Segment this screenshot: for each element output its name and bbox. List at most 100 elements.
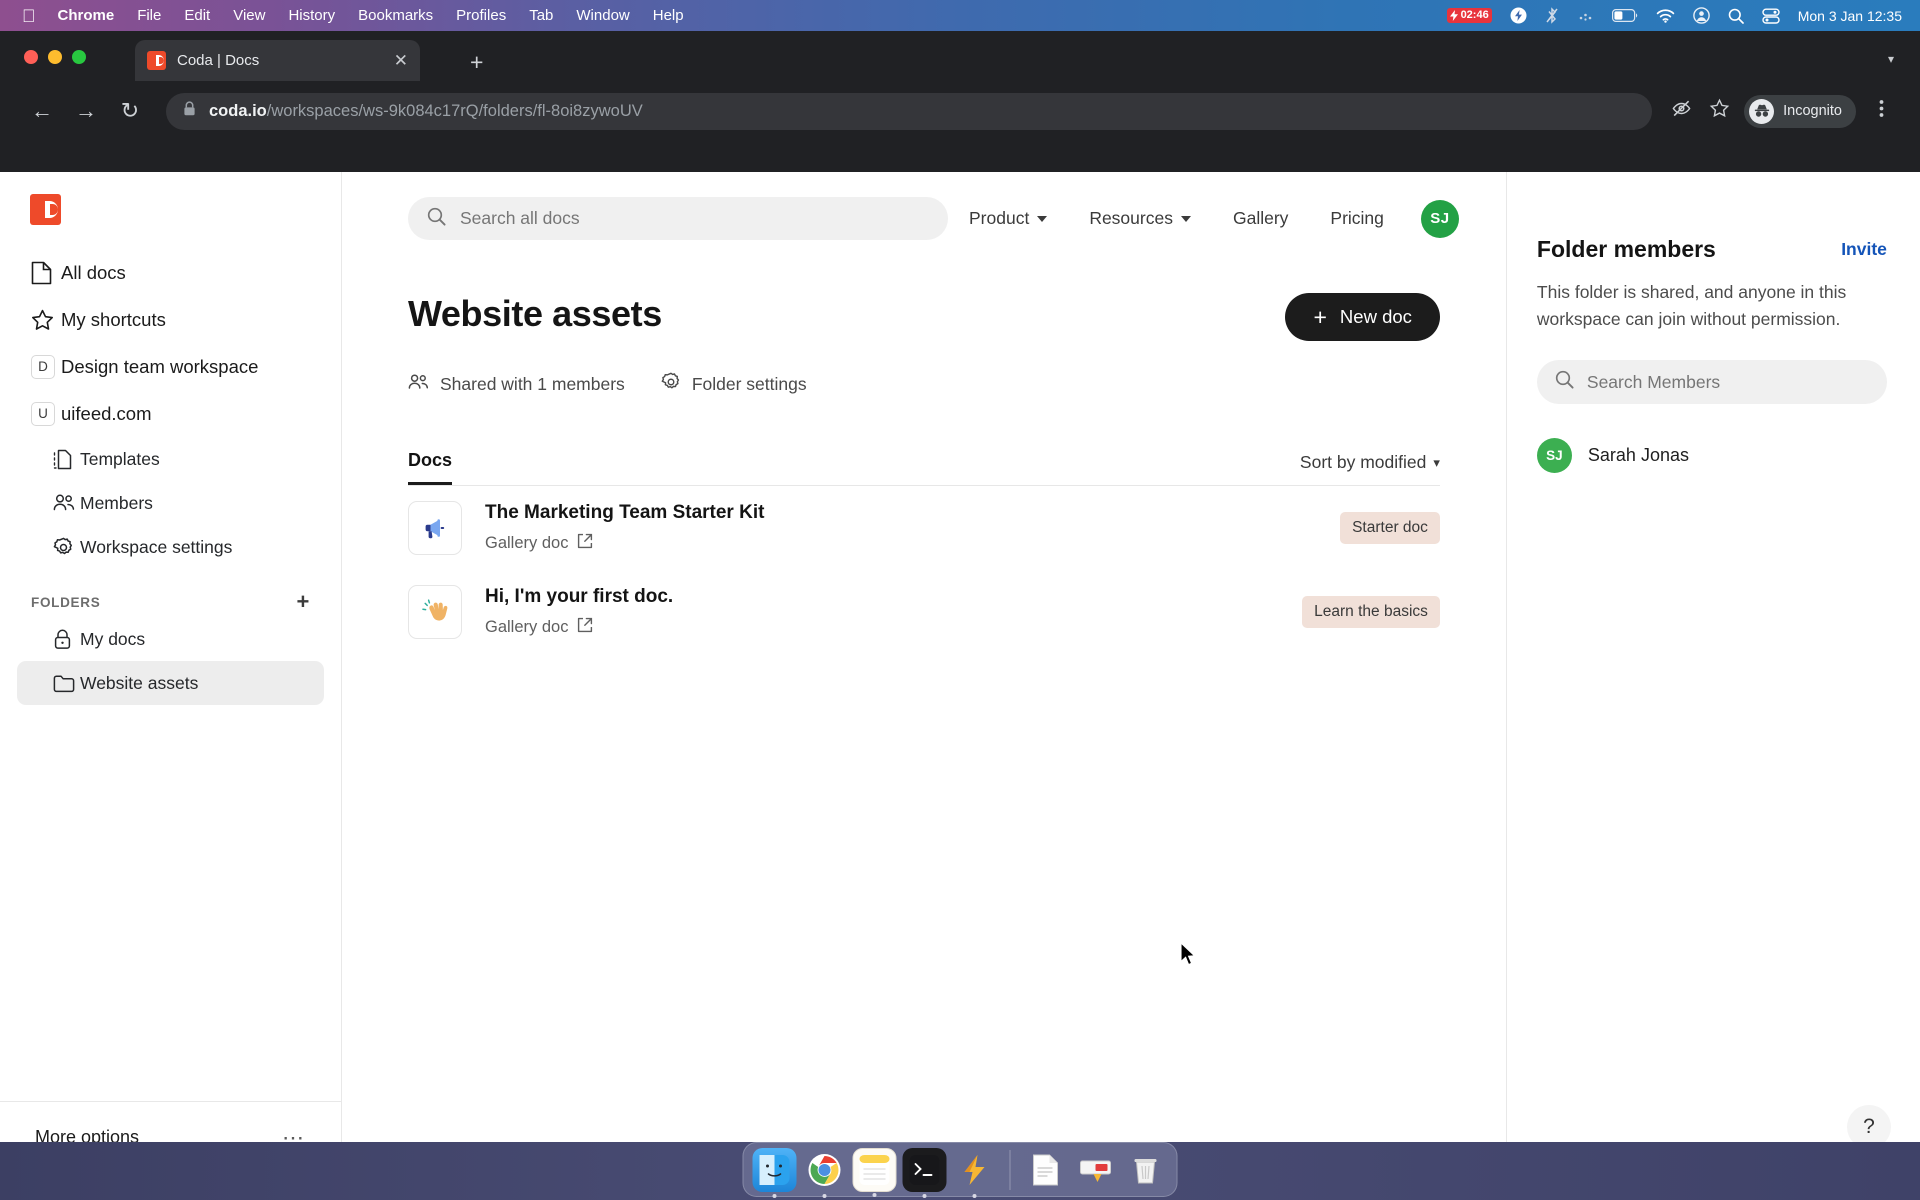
menu-item-file[interactable]: File: [137, 7, 161, 24]
nav-link-gallery[interactable]: Gallery: [1212, 208, 1309, 229]
shared-with-members-button[interactable]: Shared with 1 members: [408, 374, 625, 395]
sidebar-item-members[interactable]: Members: [17, 481, 324, 525]
sidebar-item-website-assets[interactable]: Website assets: [17, 661, 324, 705]
menu-item-window[interactable]: Window: [576, 7, 629, 24]
status-badge: Learn the basics: [1302, 596, 1440, 628]
trash-icon[interactable]: [1124, 1148, 1168, 1192]
panel-title: Folder members: [1536, 236, 1716, 262]
incognito-icon: [1749, 98, 1775, 124]
sidebar-item-templates[interactable]: Templates: [17, 437, 324, 481]
avatar[interactable]: SJ: [1420, 199, 1459, 238]
notes-icon[interactable]: [852, 1147, 897, 1197]
back-arrow-icon[interactable]: ←: [20, 100, 64, 122]
plus-icon[interactable]: +: [470, 51, 483, 74]
nav-link-product[interactable]: Product: [948, 208, 1068, 229]
minimize-window-button[interactable]: [48, 50, 62, 64]
toggles-icon[interactable]: [1762, 8, 1780, 24]
plus-icon[interactable]: +: [296, 591, 310, 613]
menu-item-tab[interactable]: Tab: [529, 7, 553, 24]
sidebar-item-my-docs[interactable]: My docs: [17, 617, 324, 661]
app-icon[interactable]: [1074, 1148, 1118, 1192]
tab-docs[interactable]: Docs: [408, 450, 453, 485]
finder-icon[interactable]: [752, 1147, 797, 1198]
chevron-down-icon[interactable]: ▾: [1888, 52, 1894, 66]
invite-button[interactable]: Invite: [1841, 239, 1887, 260]
browser-tab[interactable]: Coda | Docs ✕: [135, 40, 420, 81]
sidebar-item-label: uifeed.com: [61, 402, 152, 424]
workspace-badge-icon: U: [31, 401, 61, 426]
menu-bar-clock[interactable]: Mon 3 Jan 12:35: [1798, 8, 1902, 24]
running-indicator: [922, 1193, 927, 1198]
nav-link-pricing[interactable]: Pricing: [1309, 208, 1405, 229]
close-window-button[interactable]: [24, 50, 38, 64]
folders-label: FOLDERS: [31, 594, 101, 610]
menu-bar-status: 02:46 Mon 3 Jan 12:35: [1446, 7, 1920, 24]
sort-by-dropdown[interactable]: Sort by modified ▾: [1300, 452, 1440, 485]
menu-item-chrome[interactable]: Chrome: [58, 7, 115, 24]
search-members-input[interactable]: Search Members: [1536, 360, 1887, 405]
coda-logo[interactable]: [30, 194, 61, 225]
battery-timer-badge[interactable]: 02:46: [1446, 8, 1492, 23]
sidebar-item-my-shortcuts[interactable]: My shortcuts: [17, 296, 324, 343]
document-icon: [31, 261, 61, 285]
sidebar-item-design-team-workspace[interactable]: D Design team workspace: [17, 343, 324, 390]
terminal-icon[interactable]: [902, 1147, 947, 1198]
dots-icon[interactable]: [1577, 10, 1594, 22]
templates-icon: [53, 449, 80, 470]
document-icon[interactable]: [1024, 1148, 1068, 1192]
apple-icon[interactable]: : [22, 7, 36, 25]
forward-arrow-icon[interactable]: →: [64, 100, 108, 122]
menu-item-bookmarks[interactable]: Bookmarks: [358, 7, 433, 24]
doc-subtitle: Gallery doc: [485, 533, 764, 554]
menu-item-edit[interactable]: Edit: [184, 7, 210, 24]
folder-settings-button[interactable]: Folder settings: [661, 372, 807, 397]
new-doc-button[interactable]: + New doc: [1285, 293, 1440, 341]
menu-dots-icon[interactable]: [1862, 98, 1900, 124]
chrome-icon[interactable]: [803, 1148, 847, 1198]
external-link-icon[interactable]: [577, 533, 593, 554]
eye-slash-icon[interactable]: [1662, 98, 1700, 124]
reload-icon[interactable]: ↻: [108, 100, 152, 122]
bluetooth-off-icon[interactable]: [1545, 7, 1559, 24]
wifi-icon[interactable]: [1656, 8, 1675, 23]
search-icon[interactable]: [1728, 8, 1744, 24]
search-all-docs-input[interactable]: Search all docs: [408, 197, 948, 240]
workspace-badge-icon: D: [31, 354, 61, 379]
running-indicator: [972, 1193, 977, 1198]
dock-container: [742, 1142, 1178, 1198]
doc-title: Hi, I'm your first doc.: [485, 586, 674, 607]
sidebar-item-uifeed-com[interactable]: U uifeed.com: [17, 390, 324, 437]
chevron-down-icon: [1037, 215, 1048, 222]
window-traffic-lights[interactable]: [24, 50, 86, 64]
menu-item-history[interactable]: History: [288, 7, 335, 24]
marketing-nav-links: Product Resources Gallery Pricing SJ: [948, 199, 1459, 238]
menu-item-view[interactable]: View: [233, 7, 265, 24]
sidebar-item-label: Members: [80, 492, 153, 513]
maximize-window-button[interactable]: [72, 50, 86, 64]
bolt-icon[interactable]: [1510, 7, 1527, 24]
address-bar[interactable]: coda.io/workspaces/ws-9k084c17rQ/folders…: [166, 92, 1653, 130]
battery-icon[interactable]: [1611, 9, 1638, 22]
control-center-icon[interactable]: [1692, 7, 1710, 24]
incognito-indicator[interactable]: Incognito: [1744, 94, 1856, 128]
list-item[interactable]: Hi, I'm your first doc. Gallery doc Lear…: [408, 570, 1440, 654]
external-link-icon[interactable]: [577, 617, 593, 638]
lightning-icon[interactable]: [953, 1148, 997, 1198]
nav-link-resources[interactable]: Resources: [1068, 208, 1212, 229]
close-icon[interactable]: ✕: [394, 52, 408, 69]
list-item[interactable]: The Marketing Team Starter Kit Gallery d…: [408, 486, 1440, 570]
menu-item-profiles[interactable]: Profiles: [456, 7, 506, 24]
menu-item-help[interactable]: Help: [653, 7, 684, 24]
panel-header: Folder members Invite: [1537, 236, 1887, 263]
sidebar-item-all-docs[interactable]: All docs: [17, 249, 324, 296]
new-doc-label: New doc: [1339, 306, 1412, 327]
sidebar-item-workspace-settings[interactable]: Workspace settings: [17, 525, 324, 569]
members-icon: [408, 374, 429, 395]
star-icon[interactable]: [1700, 98, 1738, 124]
member-name: Sarah Jonas: [1587, 445, 1689, 466]
sidebar-item-label: All docs: [61, 261, 126, 283]
folder-icon: [53, 674, 80, 693]
mouse-cursor: [1180, 942, 1196, 966]
list-item[interactable]: SJ Sarah Jonas: [1536, 438, 1887, 474]
running-indicator: [872, 1192, 877, 1197]
